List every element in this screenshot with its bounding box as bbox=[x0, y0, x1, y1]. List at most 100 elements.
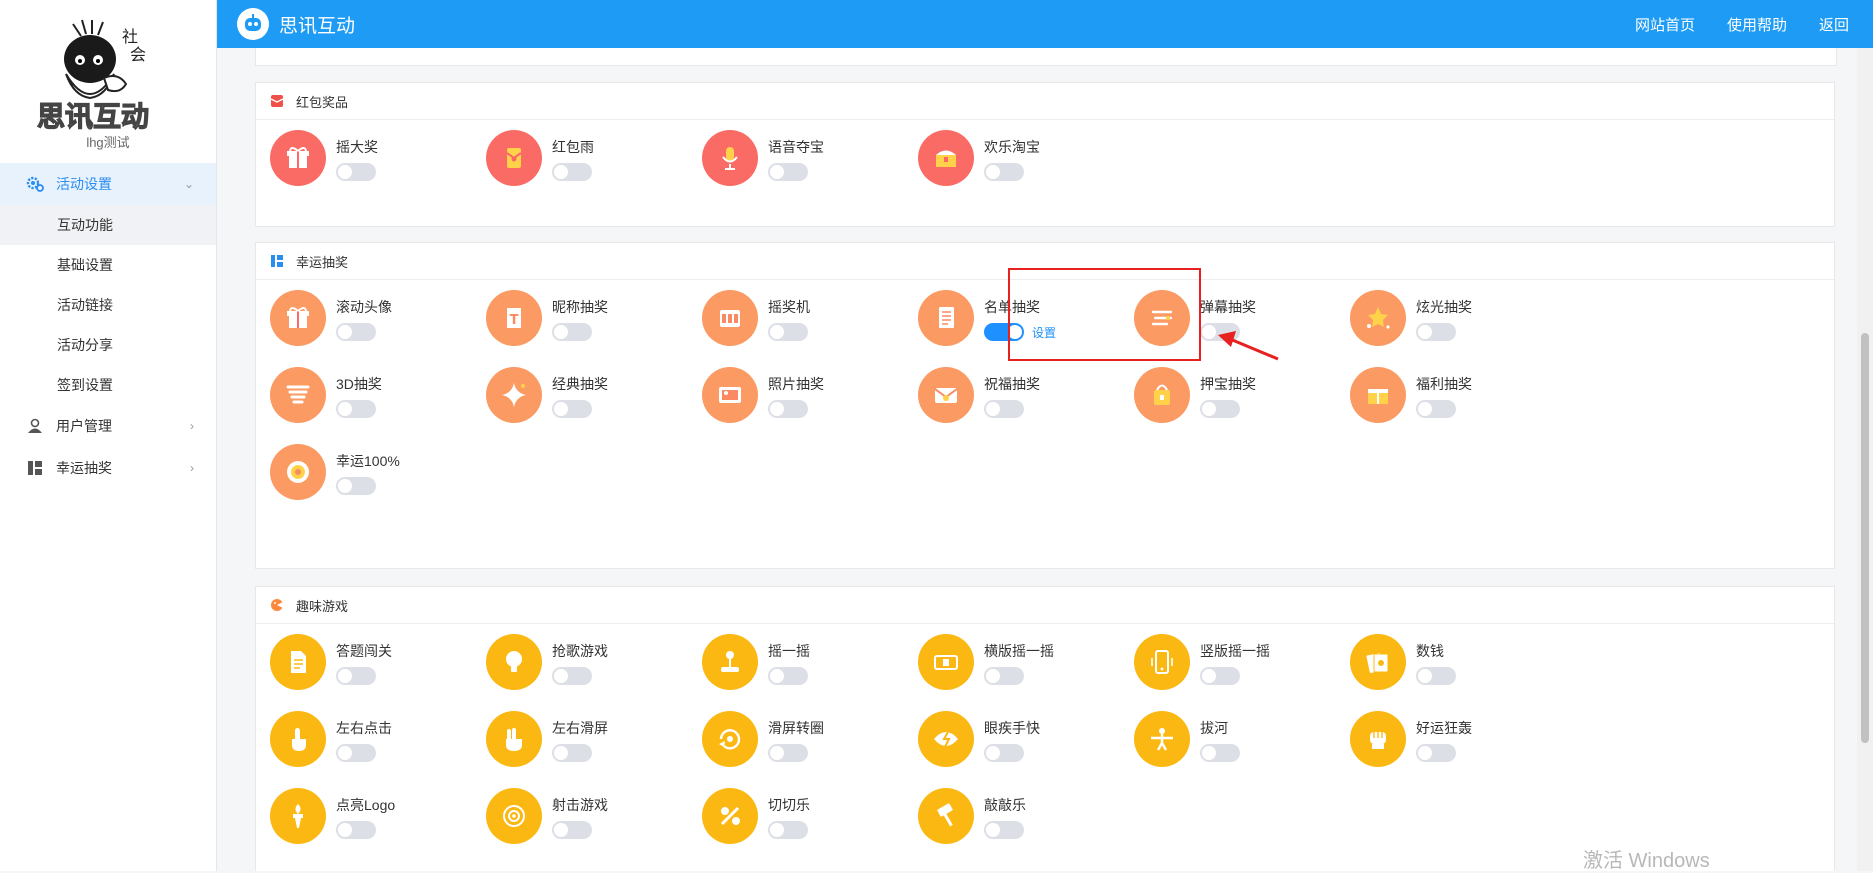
phone-landscape-icon bbox=[934, 655, 958, 670]
feature-toggle[interactable] bbox=[1416, 323, 1456, 341]
feature-toggle[interactable] bbox=[768, 323, 808, 341]
feature-icon-badge[interactable] bbox=[270, 634, 326, 690]
previous-section-panel bbox=[255, 48, 1837, 66]
feature-icon-badge[interactable] bbox=[702, 711, 758, 767]
feature-toggle[interactable] bbox=[1416, 744, 1456, 762]
feature-icon-badge[interactable] bbox=[702, 788, 758, 844]
feature-label: 炫光抽奖 bbox=[1416, 299, 1472, 315]
sidebar-item-checkin-settings[interactable]: 签到设置 bbox=[0, 365, 216, 405]
feature-icon-badge[interactable] bbox=[270, 788, 326, 844]
feature-toggle[interactable] bbox=[1200, 667, 1240, 685]
feature-icon-badge[interactable] bbox=[1350, 711, 1406, 767]
feature-icon-badge[interactable] bbox=[270, 130, 326, 186]
feature-icon-badge[interactable] bbox=[486, 634, 542, 690]
feature-label: 抢歌游戏 bbox=[552, 643, 608, 659]
feature-icon-badge[interactable] bbox=[486, 130, 542, 186]
feature-icon-badge[interactable]: T bbox=[486, 290, 542, 346]
scrollbar-thumb[interactable] bbox=[1861, 333, 1869, 743]
feature-icon-badge[interactable] bbox=[918, 788, 974, 844]
feature-toggle[interactable] bbox=[336, 323, 376, 341]
feature-icon-badge[interactable] bbox=[918, 634, 974, 690]
game-icon bbox=[271, 599, 283, 611]
feature-label: 摇大奖 bbox=[336, 139, 378, 155]
feature-toggle[interactable] bbox=[552, 744, 592, 762]
feature-icon-badge[interactable] bbox=[1134, 711, 1190, 767]
sidebar-item-basic-settings[interactable]: 基础设置 bbox=[0, 245, 216, 285]
feature-label: 摇奖机 bbox=[768, 299, 810, 315]
feature-icon-badge[interactable] bbox=[702, 634, 758, 690]
feature-icon-badge[interactable] bbox=[702, 367, 758, 423]
feature-toggle[interactable] bbox=[336, 477, 376, 495]
feature-icon-badge[interactable] bbox=[702, 130, 758, 186]
feature-toggle[interactable] bbox=[336, 744, 376, 762]
vertical-scrollbar[interactable] bbox=[1857, 48, 1873, 871]
feature-toggle[interactable] bbox=[552, 323, 592, 341]
svg-text:社: 社 bbox=[122, 27, 138, 46]
feature-label: 拔河 bbox=[1200, 720, 1228, 736]
feature-toggle[interactable] bbox=[768, 821, 808, 839]
sidebar-item-activity-share[interactable]: 活动分享 bbox=[0, 325, 216, 365]
feature-toggle[interactable] bbox=[1416, 400, 1456, 418]
feature-toggle[interactable] bbox=[336, 163, 376, 181]
logo-image: 社 会 思讯互动 bbox=[36, 19, 150, 134]
feature-toggle[interactable] bbox=[336, 821, 376, 839]
feature-toggle[interactable] bbox=[336, 400, 376, 418]
sidebar-group-activity-settings[interactable]: 活动设置 ⌄ bbox=[0, 163, 216, 205]
nav-home-link[interactable]: 网站首页 bbox=[1635, 14, 1695, 35]
sidebar-item-activity-link[interactable]: 活动链接 bbox=[0, 285, 216, 325]
feature-icon-badge[interactable] bbox=[486, 711, 542, 767]
feature-toggle[interactable] bbox=[984, 744, 1024, 762]
svg-text:T: T bbox=[510, 313, 519, 328]
feature-item: 语音夺宝 bbox=[702, 130, 922, 192]
feature-toggle[interactable] bbox=[768, 400, 808, 418]
feature-icon-badge[interactable] bbox=[1134, 634, 1190, 690]
feature-icon-badge[interactable] bbox=[270, 367, 326, 423]
feature-toggle[interactable] bbox=[552, 163, 592, 181]
feature-label: 好运狂轰 bbox=[1416, 720, 1472, 736]
feature-toggle[interactable] bbox=[552, 667, 592, 685]
sidebar-group-lucky-draw[interactable]: 幸运抽奖 › bbox=[0, 447, 216, 489]
feature-icon-badge[interactable] bbox=[918, 367, 974, 423]
nav-help-link[interactable]: 使用帮助 bbox=[1727, 14, 1787, 35]
feature-toggle[interactable] bbox=[1200, 400, 1240, 418]
feature-toggle[interactable] bbox=[768, 163, 808, 181]
feature-toggle[interactable] bbox=[1416, 667, 1456, 685]
feature-icon-badge[interactable] bbox=[1350, 290, 1406, 346]
feature-toggle[interactable] bbox=[768, 667, 808, 685]
feature-label: 红包雨 bbox=[552, 139, 594, 155]
feature-icon-badge[interactable] bbox=[918, 711, 974, 767]
nav-back-link[interactable]: 返回 bbox=[1819, 14, 1849, 35]
sidebar-group-user-management[interactable]: 用户管理 › bbox=[0, 405, 216, 447]
feature-icon-badge[interactable] bbox=[486, 367, 542, 423]
feature-toggle[interactable] bbox=[984, 821, 1024, 839]
feature-icon-badge[interactable] bbox=[270, 711, 326, 767]
feature-icon-badge[interactable] bbox=[702, 290, 758, 346]
feature-toggle[interactable] bbox=[1200, 744, 1240, 762]
logo-text: 思讯互动 bbox=[37, 100, 149, 133]
section-title: 趣味游戏 bbox=[296, 598, 349, 614]
feature-toggle[interactable] bbox=[336, 667, 376, 685]
feature-icon-badge[interactable] bbox=[918, 130, 974, 186]
feature-icon-badge[interactable] bbox=[918, 290, 974, 346]
sidebar-group-label: 用户管理 bbox=[56, 418, 112, 434]
feature-icon-badge[interactable] bbox=[1134, 367, 1190, 423]
feature-icon-badge[interactable] bbox=[1350, 634, 1406, 690]
feature-toggle[interactable] bbox=[984, 667, 1024, 685]
grid-icon bbox=[28, 461, 42, 475]
section-header: 红包奖品 bbox=[256, 83, 1834, 120]
feature-toggle[interactable] bbox=[552, 821, 592, 839]
feature-item: 答题闯关 bbox=[270, 634, 490, 696]
feature-icon-badge[interactable] bbox=[1350, 367, 1406, 423]
feature-label: 福利抽奖 bbox=[1416, 376, 1472, 392]
feature-label: 滑屏转圈 bbox=[768, 720, 824, 736]
sidebar-item-interactive-functions[interactable]: 互动功能 bbox=[0, 205, 216, 245]
feature-label: 语音夺宝 bbox=[768, 139, 824, 155]
feature-label: 左右点击 bbox=[336, 720, 392, 736]
feature-toggle[interactable] bbox=[984, 400, 1024, 418]
feature-icon-badge[interactable] bbox=[486, 788, 542, 844]
feature-toggle[interactable] bbox=[984, 163, 1024, 181]
feature-icon-badge[interactable] bbox=[270, 444, 326, 500]
feature-toggle[interactable] bbox=[768, 744, 808, 762]
feature-icon-badge[interactable] bbox=[270, 290, 326, 346]
feature-toggle[interactable] bbox=[552, 400, 592, 418]
